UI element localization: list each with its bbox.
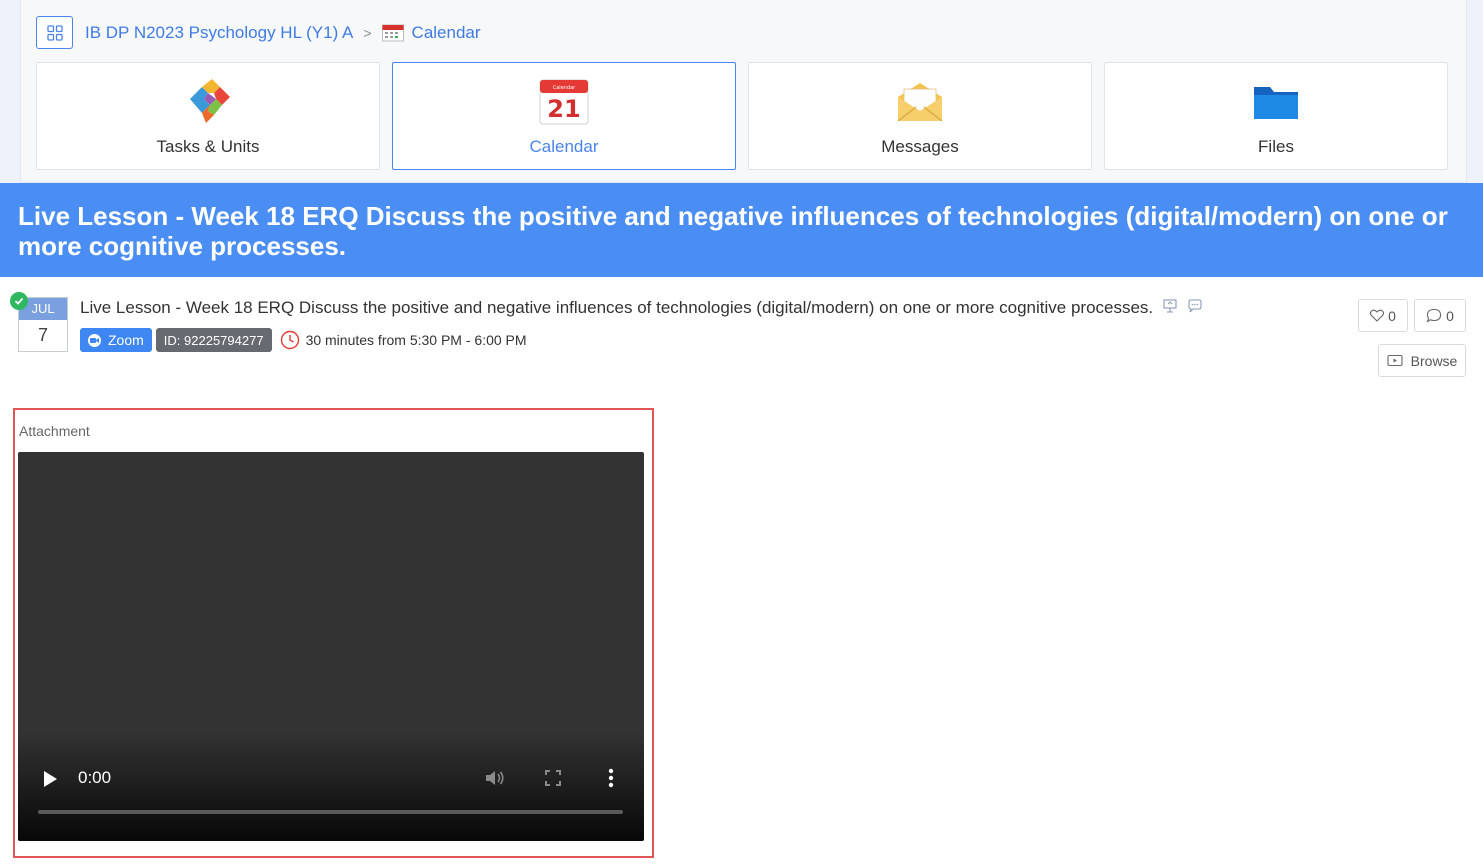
- comment-count: 0: [1446, 307, 1454, 324]
- svg-text:21: 21: [547, 95, 580, 123]
- volume-icon[interactable]: [484, 768, 506, 788]
- event-time-text: 30 minutes from 5:30 PM - 6:00 PM: [305, 332, 527, 348]
- comment-icon: [1426, 308, 1442, 323]
- video-current-time: 0:00: [78, 768, 112, 787]
- breadcrumb-current[interactable]: Calendar: [412, 23, 481, 43]
- video-progress-track[interactable]: [38, 810, 623, 814]
- folder-icon: [1254, 87, 1298, 119]
- calendar-small-icon: [381, 24, 404, 41]
- breadcrumb-course-link[interactable]: IB DP N2023 Psychology HL (Y1) A: [85, 23, 353, 43]
- browse-button[interactable]: Browse: [1378, 344, 1466, 377]
- comment-button[interactable]: 0: [1414, 299, 1466, 332]
- tile-files[interactable]: Files: [1104, 62, 1448, 170]
- zoom-badge[interactable]: Zoom: [80, 328, 152, 352]
- zoom-icon: [88, 333, 101, 347]
- like-count: 0: [1388, 307, 1396, 324]
- calendar-icon: Calendar 21: [539, 79, 589, 125]
- meeting-id-badge: ID: 92225794277: [155, 328, 272, 352]
- more-options-icon[interactable]: [608, 768, 614, 788]
- like-button[interactable]: 0: [1358, 299, 1408, 332]
- tile-label: Calendar: [529, 137, 599, 156]
- event-meta: Zoom ID: 92225794277 30 minutes from 5:3…: [80, 328, 527, 352]
- heart-icon: [1370, 309, 1385, 322]
- tile-tasks-units[interactable]: Tasks & Units: [36, 62, 380, 170]
- event-banner: Live Lesson - Week 18 ERQ Discuss the po…: [0, 183, 1483, 277]
- tile-label: Files: [1258, 137, 1294, 156]
- tile-label: Tasks & Units: [156, 137, 260, 156]
- event-day: 7: [37, 325, 48, 345]
- video-icon: [1387, 354, 1403, 367]
- clock-icon: [280, 330, 299, 350]
- envelope-icon: [897, 83, 943, 122]
- breadcrumb-separator: >: [363, 24, 372, 41]
- video-player[interactable]: 0:00: [18, 452, 644, 841]
- zoom-label: Zoom: [108, 332, 144, 348]
- breadcrumb: IB DP N2023 Psychology HL (Y1) A > Calen…: [36, 16, 481, 49]
- event-title[interactable]: Live Lesson - Week 18 ERQ Discuss the po…: [80, 298, 1153, 317]
- event-time: 30 minutes from 5:30 PM - 6:00 PM: [280, 330, 527, 350]
- event-banner-title: Live Lesson - Week 18 ERQ Discuss the po…: [18, 201, 1448, 261]
- check-icon: [10, 292, 28, 310]
- chat-icon: [1187, 298, 1203, 319]
- fullscreen-icon[interactable]: [544, 769, 562, 787]
- tile-messages[interactable]: Messages: [748, 62, 1092, 170]
- play-icon[interactable]: [42, 770, 58, 788]
- tile-calendar[interactable]: Calendar 21 Calendar: [392, 62, 736, 170]
- svg-text:Calendar: Calendar: [553, 85, 576, 91]
- grid-icon: [46, 24, 63, 41]
- puzzle-icon: [190, 79, 230, 123]
- apps-grid-button[interactable]: [36, 16, 73, 49]
- attachment-section: Attachment 0:00: [13, 408, 654, 858]
- event-title-row: Live Lesson - Week 18 ERQ Discuss the po…: [80, 298, 1203, 319]
- attachment-label: Attachment: [19, 423, 90, 439]
- browse-label: Browse: [1410, 352, 1458, 369]
- tile-label: Messages: [881, 137, 959, 156]
- presentation-icon: [1162, 298, 1178, 319]
